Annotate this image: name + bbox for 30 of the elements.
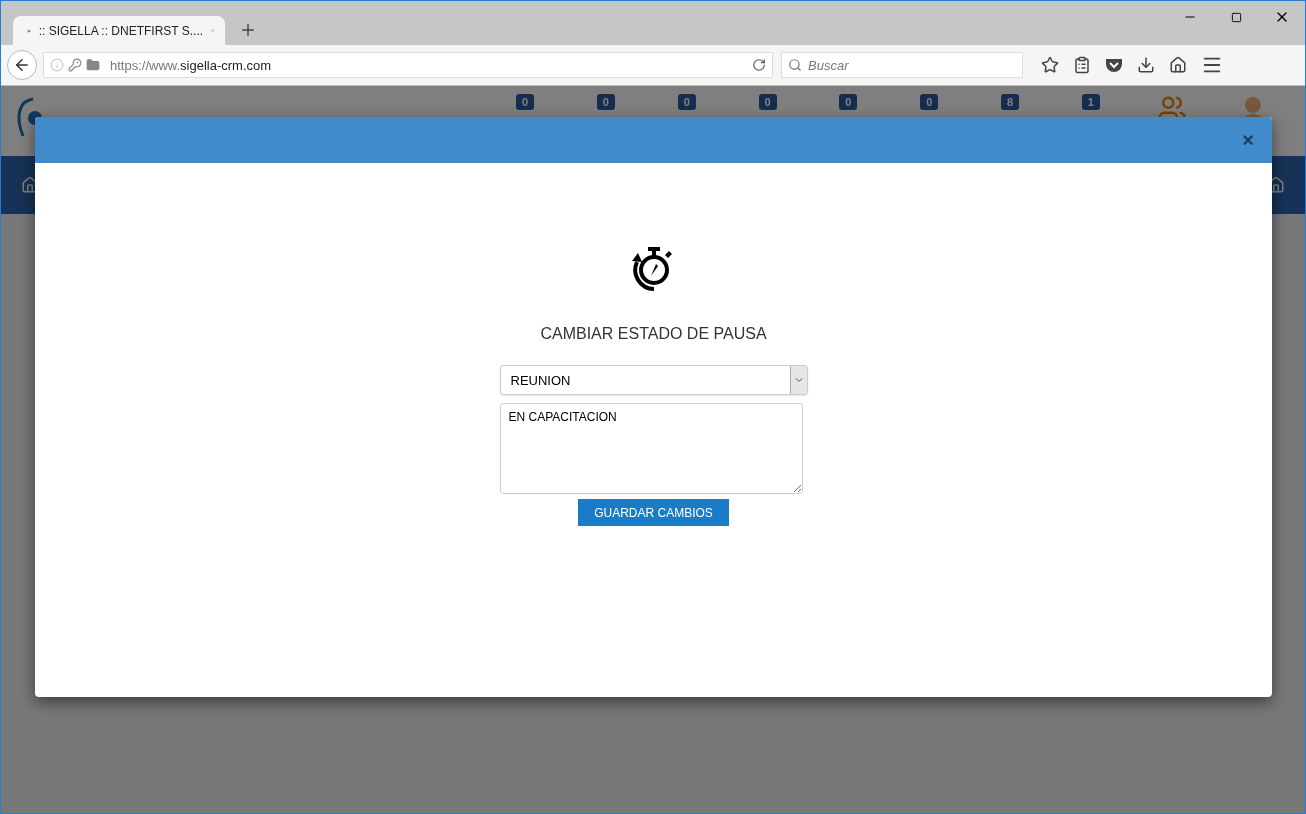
close-button[interactable]: × (1242, 128, 1254, 152)
counter-badge[interactable]: 0 (596, 94, 615, 110)
tab-title: :: SIGELLA :: DNETFIRST S.... (38, 23, 204, 38)
counter-badge[interactable]: 0 (677, 94, 696, 110)
home-icon[interactable] (1169, 56, 1187, 74)
url-field[interactable]: https://www.sigella-crm.com (43, 52, 773, 78)
dialog-title: CAMBIAR ESTADO DE PAUSA (540, 325, 767, 343)
maximize-icon (1230, 11, 1242, 23)
url-text: https://www.sigella-crm.com (110, 57, 273, 73)
clipboard-icon[interactable] (1073, 56, 1091, 74)
counter-badge[interactable]: 0 (920, 94, 939, 110)
pocket-icon[interactable] (1105, 57, 1123, 73)
counter-badge[interactable]: 0 (516, 94, 535, 110)
back-button[interactable] (7, 50, 37, 80)
comment-textarea[interactable]: EN CAPACITACION (499, 403, 803, 494)
folder-icon (86, 58, 100, 72)
new-tab-icon[interactable] (239, 21, 257, 39)
counter-badge[interactable]: 1 (1081, 94, 1100, 110)
save-button[interactable]: GUARDAR CAMBIOS (578, 499, 729, 526)
key-icon (68, 58, 82, 72)
reload-icon[interactable] (752, 58, 766, 72)
pause-state-select[interactable]: REUNION (499, 365, 808, 395)
search-icon (788, 58, 802, 72)
search-field[interactable]: Buscar (781, 52, 1023, 78)
download-icon[interactable] (1137, 56, 1155, 74)
counter-badge[interactable]: 8 (1001, 94, 1020, 110)
browser-tab[interactable]: :: SIGELLA :: DNETFIRST S.... (13, 16, 225, 45)
bookmark-star-icon[interactable] (1041, 56, 1059, 74)
counter-badge[interactable]: 0 (758, 94, 777, 110)
counter-badge[interactable]: 0 (839, 94, 858, 110)
